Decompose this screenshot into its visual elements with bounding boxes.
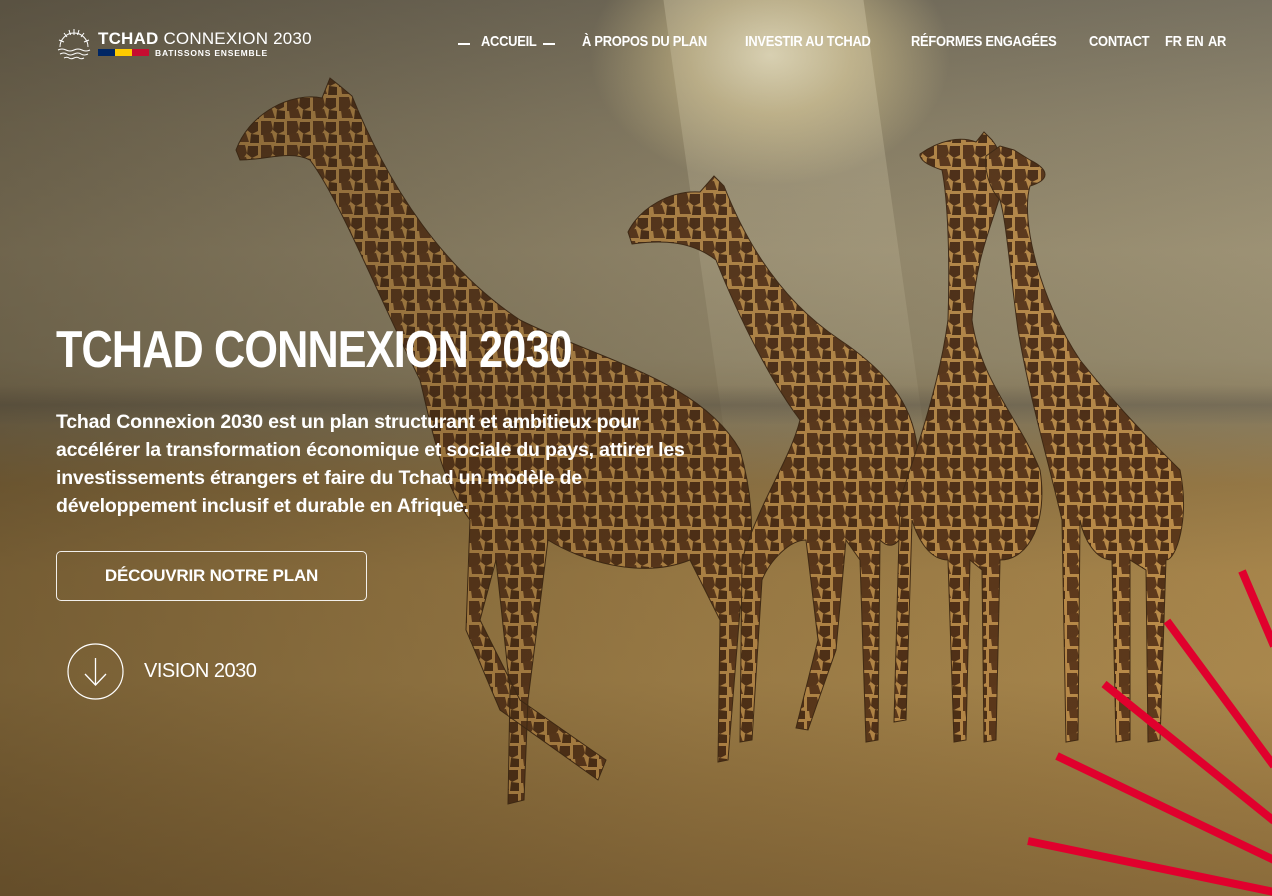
nav-investir[interactable]: INVESTIR AU TCHAD [745, 33, 871, 50]
active-indicator-right [543, 43, 555, 45]
nav-contact[interactable]: CONTACT [1089, 33, 1150, 50]
lang-ar[interactable]: AR [1208, 33, 1226, 50]
active-indicator-left [458, 43, 470, 45]
hero-title: TCHAD CONNEXION 2030 [56, 321, 573, 379]
vision-label: VISION 2030 [144, 660, 257, 682]
red-sunburst-decoration [1027, 569, 1272, 896]
discover-plan-button[interactable]: DÉCOUVRIR NOTRE PLAN [56, 551, 367, 601]
lang-fr[interactable]: FR [1165, 33, 1182, 50]
arrow-down-icon [67, 643, 124, 700]
vision-scroll-link[interactable]: VISION 2030 [67, 643, 257, 700]
hero-description: Tchad Connexion 2030 est un plan structu… [56, 411, 685, 517]
main-nav: ACCUEIL À PROPOS DU PLAN INVESTIR AU TCH… [0, 33, 1272, 53]
nav-reformes[interactable]: RÉFORMES ENGAGÉES [911, 33, 1057, 50]
nav-accueil[interactable]: ACCUEIL [481, 33, 537, 50]
lang-en[interactable]: EN [1186, 33, 1204, 50]
nav-a-propos[interactable]: À PROPOS DU PLAN [582, 33, 707, 50]
